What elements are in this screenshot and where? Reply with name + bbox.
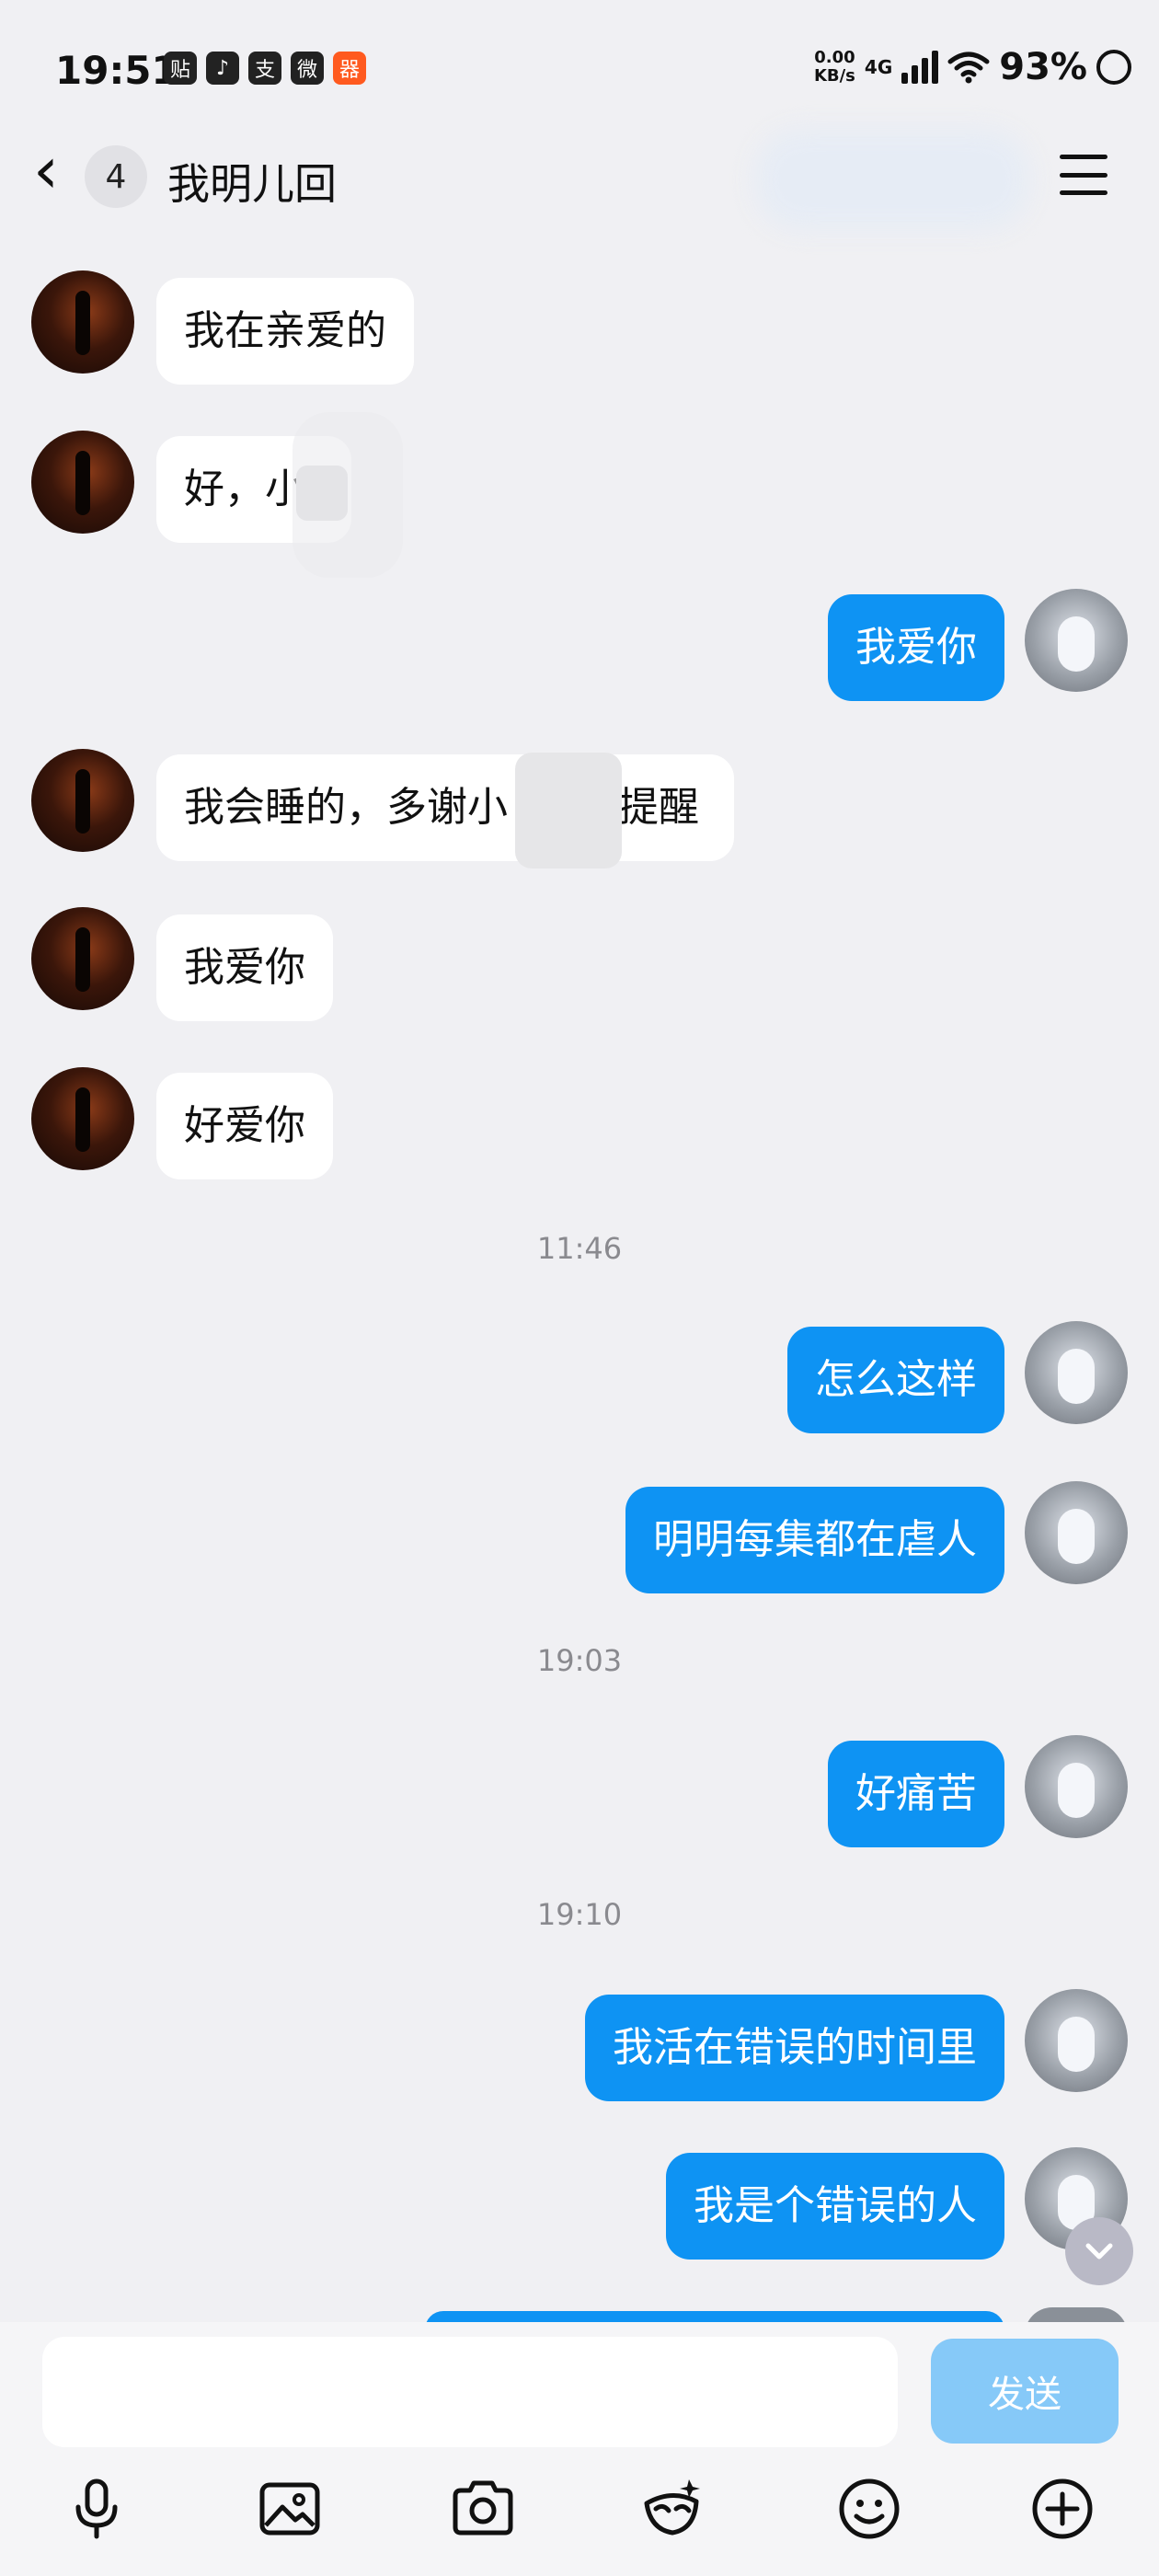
message-bubble[interactable]: 怎么这样 xyxy=(787,1327,1004,1433)
notification-app-icon: 贴 xyxy=(164,52,197,85)
sticker-icon[interactable] xyxy=(631,2467,714,2550)
back-chevron-icon[interactable]: ‹ xyxy=(33,138,59,202)
contact-avatar[interactable] xyxy=(31,431,134,534)
message-bubble[interactable]: 好痛苦 xyxy=(828,1741,1004,1847)
battery-percent: 93% xyxy=(999,46,1087,88)
chat-title: 我明儿回 xyxy=(167,159,337,209)
scroll-down-button[interactable] xyxy=(1065,2217,1133,2285)
message-text: 我会睡的，多谢小 xyxy=(184,784,508,831)
image-icon[interactable] xyxy=(248,2467,331,2550)
message-bubble[interactable]: 我爱你 xyxy=(828,594,1004,701)
chevron-down-icon xyxy=(1085,2243,1113,2260)
timestamp: 19:03 xyxy=(536,1643,623,1678)
redaction-mask xyxy=(515,753,622,868)
send-button[interactable]: 发送 xyxy=(931,2339,1119,2444)
contact-avatar[interactable] xyxy=(31,1067,134,1170)
message-text: 提醒 xyxy=(618,784,699,831)
emoji-icon[interactable] xyxy=(828,2467,911,2550)
unread-count-badge[interactable]: 4 xyxy=(85,145,147,208)
contact-avatar[interactable] xyxy=(31,907,134,1010)
wechat-icon: 微 xyxy=(291,52,324,85)
user-avatar[interactable] xyxy=(1025,1481,1128,1584)
timestamp: 11:46 xyxy=(536,1231,623,1266)
timestamp: 19:10 xyxy=(536,1897,623,1932)
status-time: 19:51 xyxy=(55,48,178,93)
contact-avatar[interactable] xyxy=(31,270,134,374)
user-avatar[interactable] xyxy=(1025,589,1128,692)
message-bubble[interactable]: 我活在错误的时间里 xyxy=(585,1995,1004,2101)
message-input[interactable] xyxy=(42,2337,898,2447)
alipay-icon: 支 xyxy=(248,52,281,85)
wifi-icon xyxy=(947,52,990,84)
network-type: 4G xyxy=(864,56,893,78)
notification-icons: 贴 ♪ 支 微 器 xyxy=(164,52,366,85)
redaction-blur xyxy=(293,412,403,578)
message-bubble[interactable]: 我会睡的，多谢小 提醒 xyxy=(156,754,734,861)
message-bubble[interactable]: 好爱你 xyxy=(156,1073,333,1179)
message-bubble[interactable]: 我在亲爱的 xyxy=(156,278,414,385)
signal-icon xyxy=(901,51,939,84)
composer-toolbar xyxy=(0,2467,1159,2550)
blurred-region xyxy=(754,129,1030,230)
app-notification-icon: 器 xyxy=(333,52,366,85)
user-avatar[interactable] xyxy=(1025,1735,1128,1838)
message-bubble[interactable]: 明明每集都在虐人 xyxy=(625,1487,1004,1593)
network-speed-value: 0.00 xyxy=(814,48,855,67)
battery-circle-icon xyxy=(1096,50,1131,85)
contact-avatar[interactable] xyxy=(31,749,134,852)
user-avatar[interactable] xyxy=(1025,1321,1128,1424)
message-bubble[interactable]: 我是个错误的人 xyxy=(666,2153,1004,2260)
microphone-icon[interactable] xyxy=(55,2467,138,2550)
plus-icon[interactable] xyxy=(1021,2467,1104,2550)
status-bar: 19:51 贴 ♪ 支 微 器 0.00 KB/s 4G 93% xyxy=(0,0,1159,138)
network-speed: 0.00 KB/s xyxy=(814,49,855,86)
tiktok-icon: ♪ xyxy=(206,52,239,85)
camera-icon[interactable] xyxy=(442,2467,524,2550)
menu-icon[interactable] xyxy=(1060,155,1107,195)
user-avatar[interactable] xyxy=(1025,1989,1128,2092)
status-indicators: 0.00 KB/s 4G 93% xyxy=(814,46,1131,88)
network-speed-unit: KB/s xyxy=(813,66,855,86)
message-bubble[interactable]: 我爱你 xyxy=(156,914,333,1021)
